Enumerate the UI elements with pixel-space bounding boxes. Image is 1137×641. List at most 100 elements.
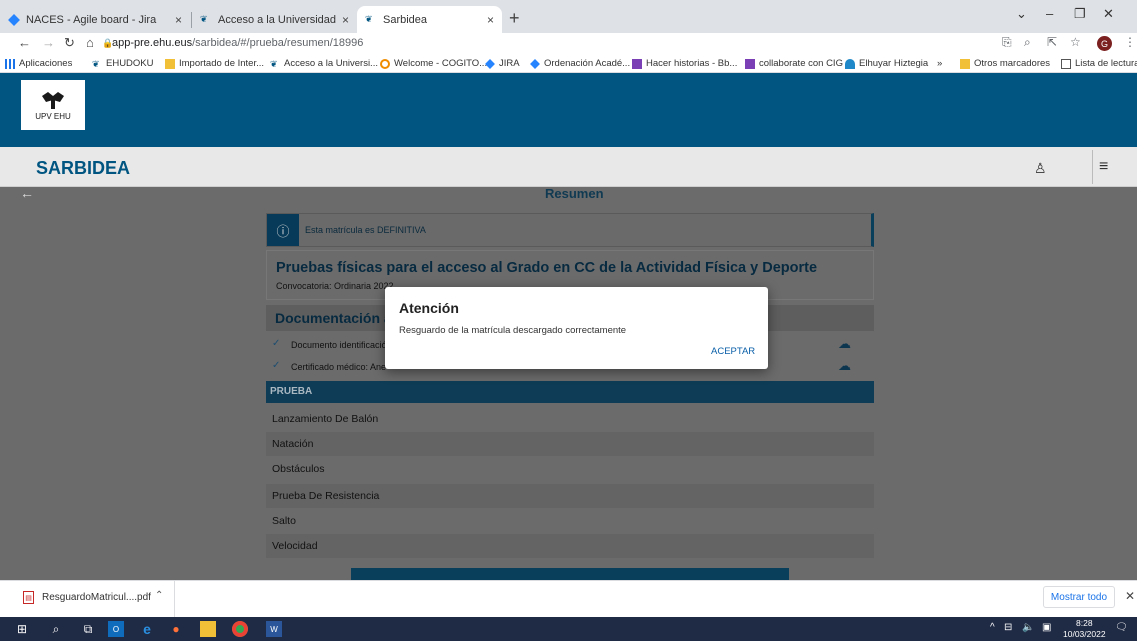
table-row: Natación	[266, 432, 874, 456]
bookmark-hacer-historias[interactable]: Hacer historias - Bb...	[632, 58, 737, 69]
close-icon[interactable]: ×	[342, 13, 349, 27]
documentation-title: Documentación a	[275, 310, 392, 326]
collaborate-icon	[745, 58, 755, 69]
prueba-name: Velocidad	[272, 540, 318, 552]
share-icon[interactable]: ⇱	[1047, 35, 1057, 49]
keyboard-icon[interactable]: ▣	[1042, 622, 1051, 633]
bookmark-ehudoku[interactable]: ❦ EHUDOKU	[92, 58, 154, 69]
prueba-name: Salto	[272, 515, 296, 527]
back-arrow-icon[interactable]: ←	[20, 185, 34, 201]
search-icon[interactable]: ⌕	[48, 621, 64, 637]
windows-start-icon[interactable]: ⊞	[14, 621, 30, 637]
bookmark-label: JIRA	[499, 58, 520, 69]
bookmark-collaborate[interactable]: collaborate con CIG	[745, 58, 843, 69]
bookmark-label: Hacer historias - Bb...	[646, 58, 738, 69]
prueba-name: Obstáculos	[272, 463, 325, 475]
outlook-icon[interactable]: O	[108, 621, 124, 637]
firefox-icon[interactable]: ●	[168, 621, 184, 637]
tab-title: Sarbidea	[383, 13, 428, 26]
bookmark-importado[interactable]: Importado de Inter...	[165, 58, 264, 69]
bookmark-aplicaciones[interactable]: Aplicaciones	[5, 58, 72, 69]
file-explorer-icon[interactable]	[200, 621, 216, 637]
task-view-icon[interactable]: ⧉	[80, 621, 96, 637]
address-bar[interactable]: app-pre.ehu.eus/sarbidea/#/prueba/resume…	[112, 37, 363, 49]
brand-title[interactable]: SARBIDEA	[36, 158, 130, 179]
window-close-icon[interactable]: ✕	[1103, 6, 1114, 22]
bookmark-cogito[interactable]: Welcome - COGITO...	[380, 58, 487, 69]
tray-chevron-icon[interactable]: ^	[990, 622, 995, 633]
bookmark-otros[interactable]: Otros marcadores	[960, 58, 1050, 69]
prueba-table-header: PRUEBA	[266, 381, 874, 403]
folder-icon	[960, 58, 970, 69]
bookmark-elhuyar[interactable]: Elhuyar Hiztegia	[845, 58, 928, 69]
prueba-name: Lanzamiento De Balón	[272, 413, 379, 425]
column-header: PRUEBA	[270, 386, 313, 397]
minimize-icon[interactable]: –	[1046, 6, 1053, 21]
divider	[1092, 150, 1093, 184]
ehu-icon: ❦	[365, 13, 373, 24]
bookmark-lista-lectura[interactable]: Lista de lectura	[1061, 58, 1137, 69]
ehu-icon: ❦	[92, 58, 100, 69]
notifications-icon[interactable]: 🗨	[1115, 622, 1128, 633]
app-bar	[0, 147, 1137, 187]
logo-text: UPV EHU	[35, 111, 71, 121]
new-tab-button[interactable]: +	[509, 8, 520, 29]
network-icon[interactable]: ⊟	[1004, 622, 1012, 633]
table-row: Lanzamiento De Balón	[266, 407, 874, 431]
tab-naces[interactable]: NACES - Agile board - Jira ×	[0, 6, 190, 33]
accept-button[interactable]: ACEPTAR	[711, 346, 755, 357]
tab-title: NACES - Agile board - Jira	[26, 13, 157, 26]
kebab-menu-icon[interactable]: ⋮	[1124, 35, 1136, 49]
back-icon[interactable]: ←	[18, 35, 31, 50]
bookmark-label: Lista de lectura	[1075, 58, 1137, 69]
table-row: Salto	[266, 509, 874, 533]
home-icon[interactable]: ⌂	[86, 35, 94, 50]
upv-ehu-logo[interactable]: UPV EHU	[21, 80, 85, 130]
bookmark-label: »	[937, 58, 943, 69]
word-icon[interactable]: W	[266, 621, 282, 637]
star-icon[interactable]: ☆	[1070, 35, 1081, 49]
download-filename[interactable]: ResguardoMatricul....pdf	[42, 592, 151, 603]
bookmark-label: EHUDOKU	[106, 58, 154, 69]
show-all-button[interactable]: Mostrar todo	[1043, 586, 1115, 608]
bookmark-acceso[interactable]: ❦ Acceso a la Universi...	[270, 58, 378, 69]
bookmark-jira[interactable]: JIRA	[485, 58, 520, 69]
user-icon[interactable]: ♙	[1034, 160, 1047, 177]
bookmark-ordenacion[interactable]: Ordenación Acadé...	[530, 58, 630, 69]
reload-icon[interactable]: ↻	[64, 35, 75, 51]
zoom-icon[interactable]: ⌕	[1024, 35, 1031, 50]
bookmark-label: collaborate con CIG	[759, 58, 843, 69]
chrome-icon[interactable]	[232, 621, 248, 637]
document-label: Documento identificació	[291, 340, 387, 350]
site-header	[0, 73, 1137, 147]
install-icon[interactable]: ⎘	[1002, 35, 1012, 50]
download-receipt-button[interactable]	[351, 568, 789, 580]
taskbar-clock[interactable]: 8:28 10/03/2022	[1063, 618, 1106, 640]
bookmark-label: Otros marcadores	[974, 58, 1051, 69]
volume-icon[interactable]: 🔈	[1022, 622, 1034, 633]
jira-icon	[485, 58, 495, 69]
check-icon: ✓	[272, 360, 281, 371]
bookmarks-overflow[interactable]: »	[937, 58, 942, 69]
info-icon: ⓘ	[267, 214, 299, 246]
prueba-name: Prueba De Resistencia	[272, 490, 380, 502]
chevron-up-icon[interactable]: ⌃	[155, 590, 163, 601]
close-icon[interactable]: ✕	[1125, 589, 1135, 603]
jira-icon	[8, 13, 20, 26]
edge-icon[interactable]: e	[139, 621, 155, 637]
reading-list-icon	[1061, 58, 1071, 69]
table-row: Prueba De Resistencia	[266, 484, 874, 508]
bookmark-label: Ordenación Acadé...	[544, 58, 631, 69]
restore-icon[interactable]: ❐	[1074, 6, 1086, 22]
close-icon[interactable]: ×	[175, 13, 182, 27]
forward-icon[interactable]: →	[42, 35, 55, 50]
tab-search-icon[interactable]: ⌄	[1016, 6, 1027, 22]
tab-acceso[interactable]: ❦ Acceso a la Universidad - UPV/E ×	[192, 6, 357, 33]
hamburger-icon[interactable]: ≡	[1099, 158, 1108, 176]
tab-title: Acceso a la Universidad - UPV/E	[218, 13, 336, 26]
profile-avatar[interactable]: G	[1097, 36, 1112, 51]
cloud-download-icon[interactable]: ☁	[838, 358, 851, 374]
tab-sarbidea[interactable]: ❦ Sarbidea ×	[357, 6, 502, 33]
close-icon[interactable]: ×	[487, 13, 494, 27]
cloud-download-icon[interactable]: ☁	[838, 336, 851, 352]
